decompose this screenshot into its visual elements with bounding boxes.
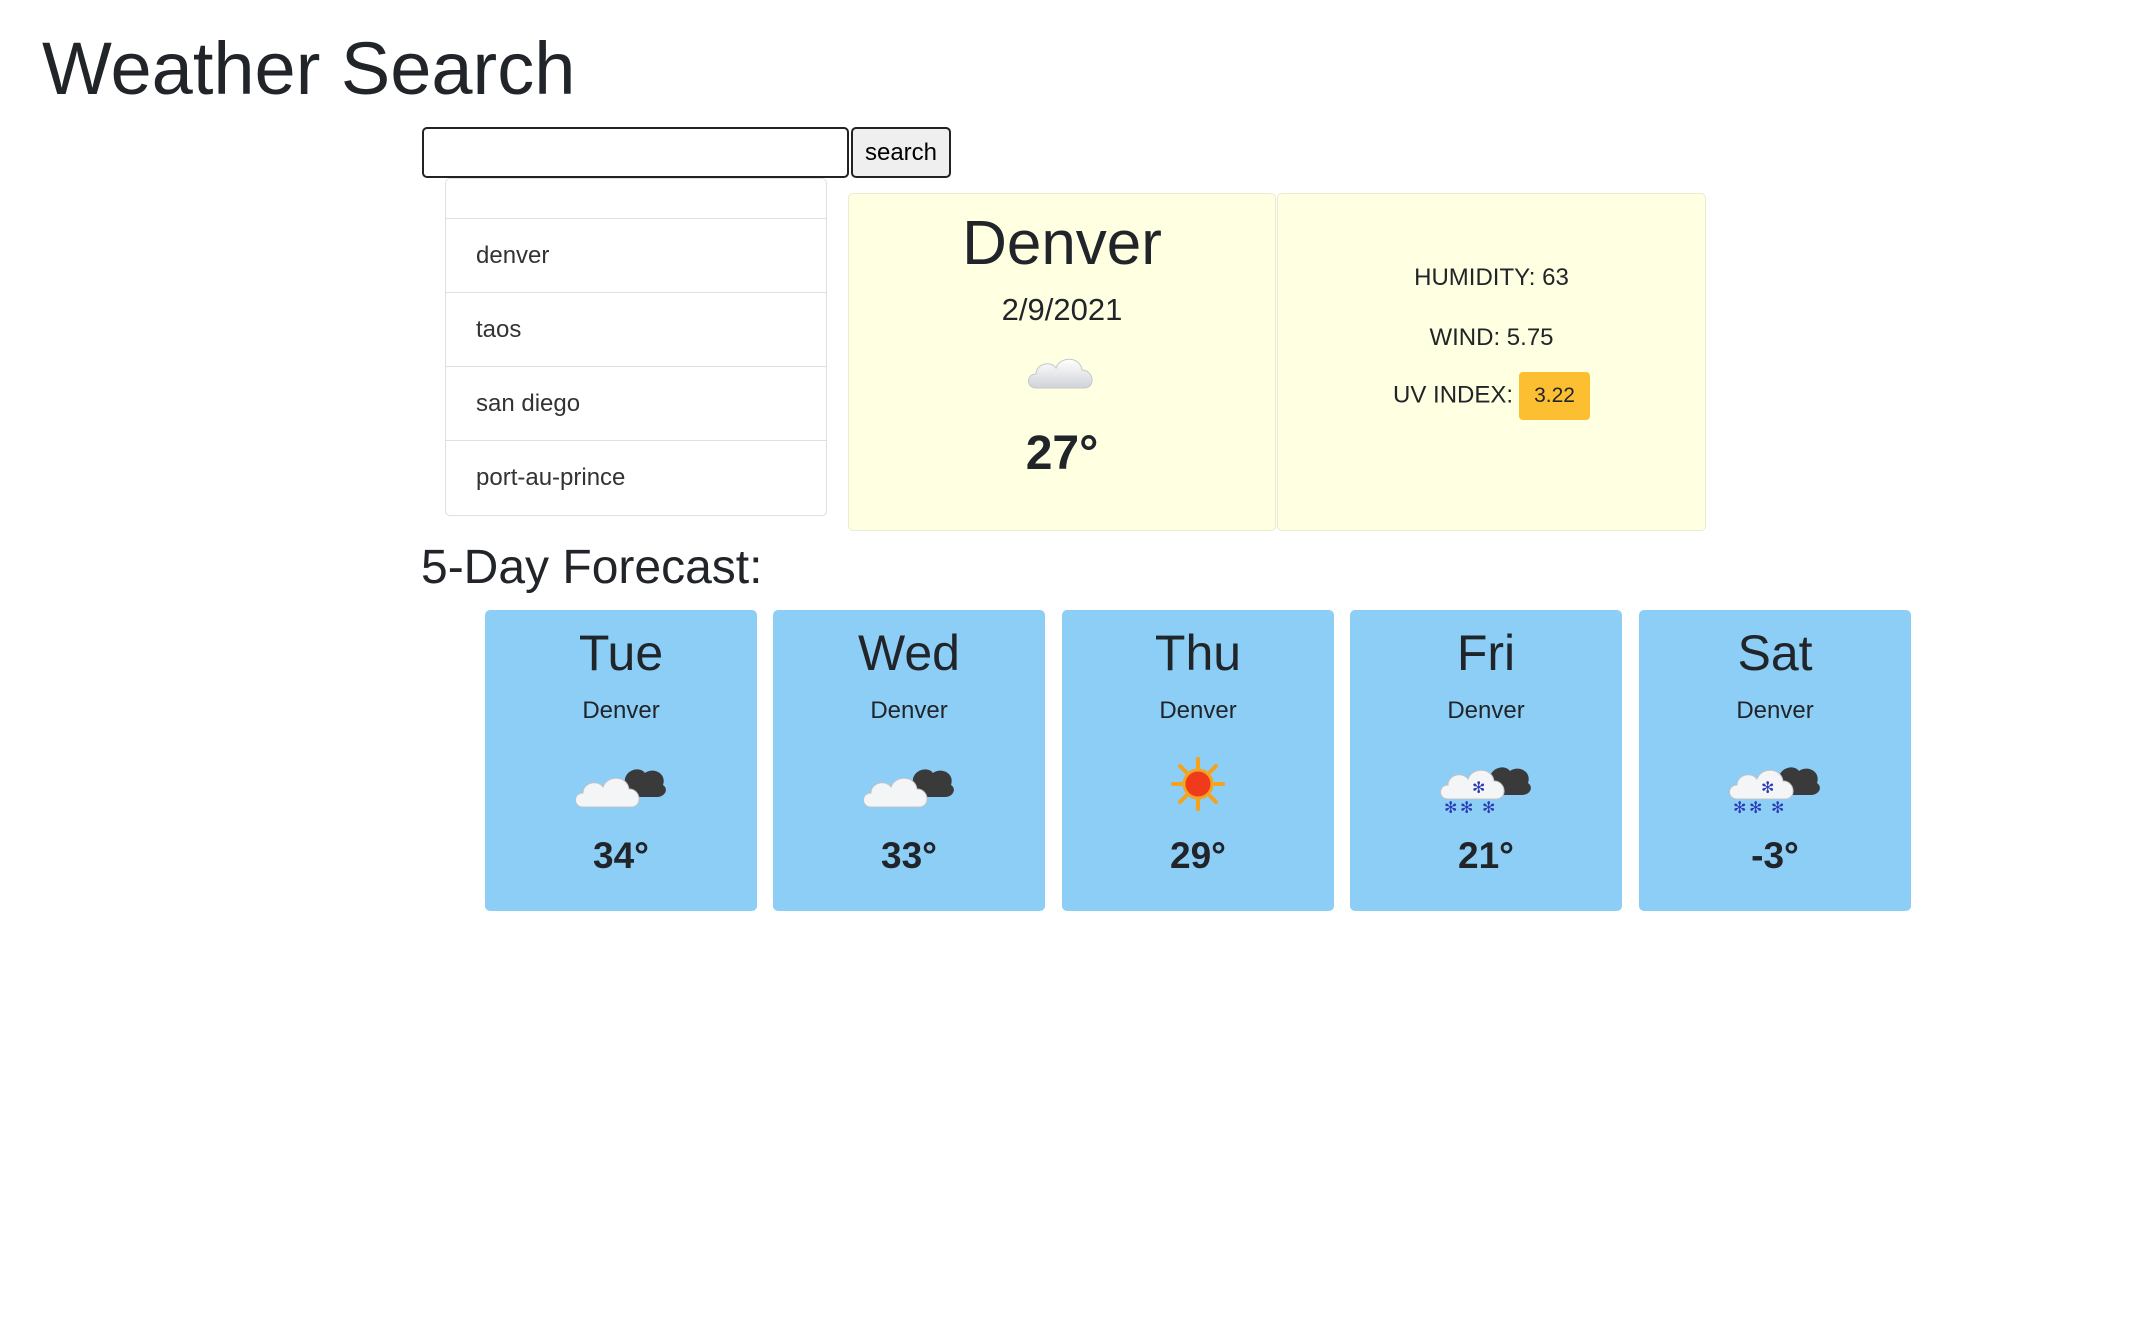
svg-text:✻: ✻ <box>1771 798 1784 815</box>
svg-text:✻: ✻ <box>1749 798 1762 815</box>
forecast-temp: 34° <box>593 835 649 876</box>
forecast-city: Denver <box>1736 697 1814 724</box>
history-item-taos[interactable]: taos <box>446 293 826 367</box>
cloud-icon <box>849 342 1275 402</box>
forecast-city: Denver <box>582 697 660 724</box>
snow-cloud-icon: ✻ ✻ ✻ ✻ <box>1639 753 1911 815</box>
partly-cloudy-icon <box>773 753 1045 815</box>
snow-cloud-icon: ✻ ✻ ✻ ✻ <box>1350 753 1622 815</box>
forecast-day: Thu <box>1154 625 1242 681</box>
history-item-san-diego[interactable]: san diego <box>446 367 826 441</box>
partly-cloudy-icon <box>485 753 757 815</box>
forecast-city: Denver <box>1447 697 1525 724</box>
forecast-day: Fri <box>1456 625 1516 681</box>
svg-text:✻: ✻ <box>1472 778 1485 797</box>
search-input[interactable] <box>422 127 849 178</box>
city-name: Denver <box>962 209 1162 278</box>
forecast-card: Fri Denver ✻ ✻ ✻ ✻ 21° <box>1350 610 1622 911</box>
forecast-city: Denver <box>1159 697 1237 724</box>
history-item-port-au-prince[interactable]: port-au-prince <box>446 441 826 515</box>
uv-index-label: UV INDEX: <box>1393 381 1514 409</box>
current-weather-card: Denver 2/9/2021 27° <box>848 193 1276 531</box>
svg-text:✻: ✻ <box>1460 798 1473 815</box>
forecast-card: Wed Denver 33° <box>773 610 1045 911</box>
uv-index-row: UV INDEX: 3.22 <box>1278 372 1705 420</box>
current-date: 2/9/2021 <box>1001 292 1123 328</box>
wind-value: WIND: 5.75 <box>1429 324 1554 351</box>
forecast-city: Denver <box>870 697 948 724</box>
humidity-value: HUMIDITY: 63 <box>1414 264 1569 291</box>
forecast-temp: -3° <box>1751 835 1799 876</box>
svg-text:✻: ✻ <box>1733 798 1746 815</box>
page-title: Weather Search <box>42 27 576 110</box>
sun-icon <box>1062 753 1334 815</box>
history-item[interactable] <box>446 179 826 219</box>
svg-text:✻: ✻ <box>1444 798 1457 815</box>
svg-text:✻: ✻ <box>1482 798 1495 815</box>
forecast-card: Tue Denver 34° <box>485 610 757 911</box>
current-temperature: 27° <box>1025 427 1099 481</box>
search-button[interactable]: search <box>851 127 951 178</box>
svg-text:✻: ✻ <box>1761 778 1774 797</box>
forecast-day: Tue <box>578 625 664 681</box>
search-history-list: denver taos san diego port-au-prince <box>445 178 827 516</box>
forecast-card: Sat Denver ✻ ✻ ✻ ✻ -3° <box>1639 610 1911 911</box>
uv-index-badge: 3.22 <box>1519 372 1590 420</box>
current-details-card: HUMIDITY: 63 WIND: 5.75 UV INDEX: 3.22 <box>1277 193 1706 531</box>
forecast-temp: 21° <box>1458 835 1514 876</box>
forecast-card: Thu Denver 29° <box>1062 610 1334 911</box>
forecast-temp: 33° <box>881 835 937 876</box>
forecast-day: Wed <box>858 625 960 681</box>
forecast-heading: 5-Day Forecast: <box>421 541 763 594</box>
history-item-denver[interactable]: denver <box>446 219 826 293</box>
forecast-temp: 29° <box>1170 835 1226 876</box>
forecast-day: Sat <box>1737 625 1813 681</box>
